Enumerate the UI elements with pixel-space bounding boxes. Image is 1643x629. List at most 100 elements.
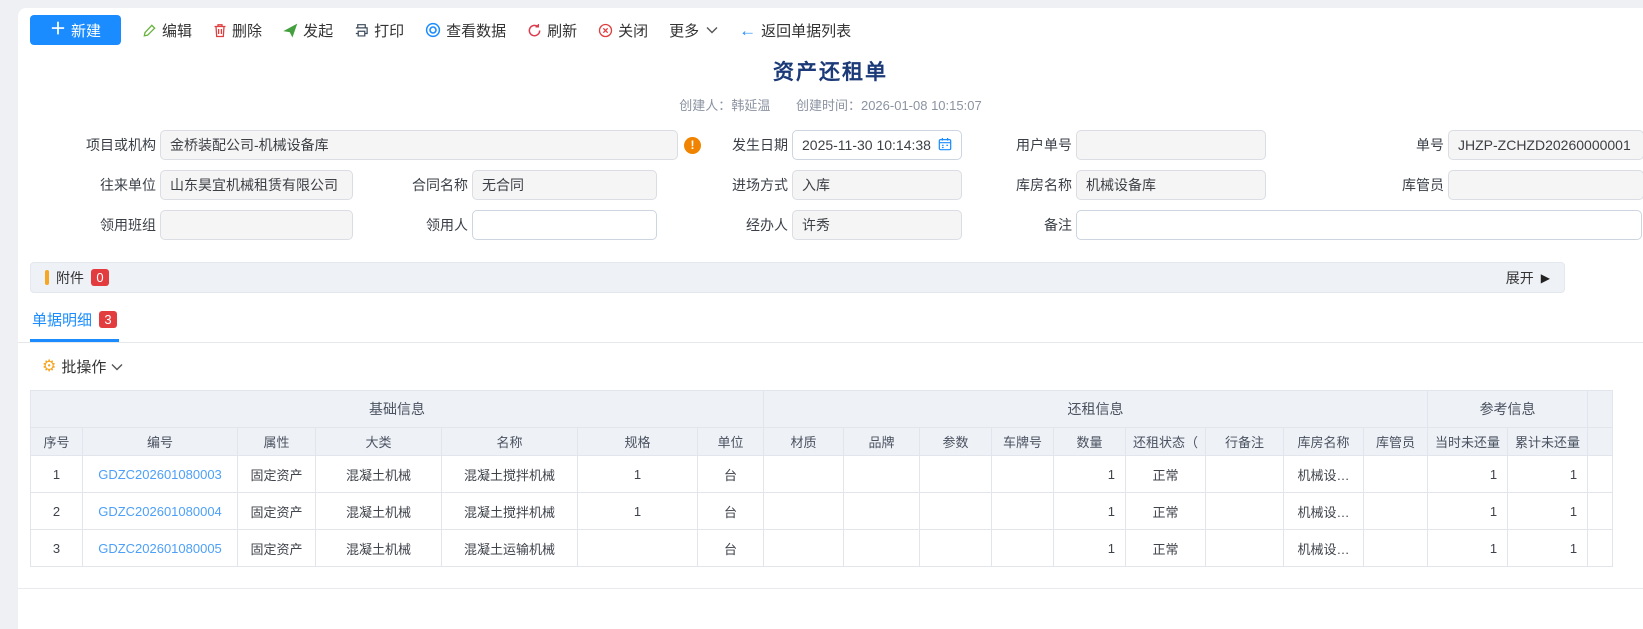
cell-row-remark [1206, 530, 1284, 567]
handler-label: 经办人 [657, 215, 788, 235]
bottom-divider [18, 588, 1643, 589]
cell-total-unreturned: 1 [1508, 456, 1588, 493]
tab-detail-count-badge: 3 [99, 311, 117, 328]
col-current-unreturned: 当时未还量 [1428, 428, 1508, 456]
new-button[interactable]: ＋新建 [30, 15, 121, 45]
calendar-icon[interactable] [938, 137, 952, 154]
project-label: 项目或机构 [46, 135, 156, 155]
tab-detail[interactable]: 单据明细 3 [30, 306, 119, 342]
cell-code-link[interactable]: GDZC202601080005 [83, 530, 238, 567]
cell-qty: 1 [1054, 530, 1126, 567]
group-spacer [1588, 391, 1613, 428]
use-team-input[interactable] [160, 210, 353, 240]
occur-date-input[interactable]: 2025-11-30 10:14:38 [792, 130, 962, 160]
cell-seq: 2 [31, 493, 83, 530]
info-icon[interactable]: ! [684, 137, 701, 154]
cell-spec: 1 [578, 456, 698, 493]
cell-attr: 固定资产 [238, 493, 316, 530]
creator-label: 创建人： [679, 98, 731, 113]
gear-icon: ⚙ [42, 359, 56, 375]
cell-seq: 1 [31, 456, 83, 493]
cell-status: 正常 [1126, 456, 1206, 493]
chevron-down-icon [111, 358, 123, 375]
cell-spacer [1588, 456, 1613, 493]
created-time-value: 2026-01-08 10:15:07 [861, 98, 982, 113]
remark-input[interactable] [1076, 210, 1642, 240]
tab-bar: 单据明细 3 [18, 306, 1643, 343]
cell-unit: 台 [698, 530, 764, 567]
print-button-label: 打印 [374, 20, 404, 41]
pencil-icon [142, 23, 157, 38]
contract-label: 合同名称 [353, 175, 468, 195]
col-row-remark: 行备注 [1206, 428, 1284, 456]
warehouse-input[interactable]: 机械设备库 [1076, 170, 1266, 200]
refresh-button[interactable]: 刷新 [527, 20, 577, 41]
creator-line: 创建人：韩延温 创建时间：2026-01-08 10:15:07 [18, 95, 1643, 114]
more-button[interactable]: 更多 [669, 20, 718, 41]
header-form: 项目或机构 金桥装配公司-机械设备库 ! 发生日期 2025-11-30 10:… [18, 130, 1643, 240]
cell-plate [992, 493, 1054, 530]
group-rent-info: 还租信息 [764, 391, 1428, 428]
printer-icon [354, 23, 369, 38]
delete-button[interactable]: 删除 [213, 20, 262, 41]
expand-button[interactable]: 展开 ▶ [1506, 268, 1550, 288]
entry-mode-value: 入库 [802, 175, 830, 195]
attachment-bar[interactable]: 附件 0 展开 ▶ [30, 262, 1565, 293]
entry-mode-input[interactable]: 入库 [792, 170, 962, 200]
cell-row-remark [1206, 456, 1284, 493]
page-title: 资产还租单 [18, 56, 1643, 86]
toolbar: ＋新建 编辑 删除 发起 打印 查看数据 刷新 关闭 [30, 14, 1643, 46]
handler-value: 许秀 [802, 215, 830, 235]
keeper-input[interactable] [1448, 170, 1643, 200]
counterparty-input[interactable]: 山东昊宜机械租赁有限公司 [160, 170, 353, 200]
print-button[interactable]: 打印 [354, 20, 404, 41]
cell-name: 混凝土搅拌机械 [442, 493, 578, 530]
table-row[interactable]: 2 GDZC202601080004 固定资产 混凝土机械 混凝土搅拌机械 1 … [31, 493, 1613, 530]
cell-current-unreturned: 1 [1428, 530, 1508, 567]
cell-code-link[interactable]: GDZC202601080004 [83, 493, 238, 530]
close-button[interactable]: 关闭 [598, 20, 648, 41]
col-keeper: 库管员 [1364, 428, 1428, 456]
attachment-count-badge: 0 [91, 269, 109, 286]
detail-table: 基础信息 还租信息 参考信息 序号 编号 属性 大类 名称 规格 单位 材质 品… [30, 390, 1643, 567]
counterparty-value: 山东昊宜机械租赁有限公司 [170, 175, 338, 195]
table-row[interactable]: 3 GDZC202601080005 固定资产 混凝土机械 混凝土运输机械 台 … [31, 530, 1613, 567]
trash-icon [213, 23, 227, 38]
project-input[interactable]: 金桥装配公司-机械设备库 [160, 130, 678, 160]
view-data-button[interactable]: 查看数据 [425, 20, 506, 41]
created-time-label: 创建时间： [796, 98, 861, 113]
cell-spacer [1588, 530, 1613, 567]
cell-brand [844, 530, 920, 567]
group-header-row: 基础信息 还租信息 参考信息 [31, 391, 1613, 428]
use-person-input[interactable] [472, 210, 657, 240]
doc-no-input[interactable]: JHZP-ZCHZD20260000001 [1448, 130, 1643, 160]
back-to-list-button[interactable]: ← 返回单据列表 [739, 20, 851, 41]
edit-button[interactable]: 编辑 [142, 20, 192, 41]
send-icon [283, 23, 298, 38]
warehouse-label: 库房名称 [962, 175, 1072, 195]
cell-total-unreturned: 1 [1508, 493, 1588, 530]
col-unit: 单位 [698, 428, 764, 456]
doc-no-value: JHZP-ZCHZD20260000001 [1458, 137, 1631, 153]
cell-unit: 台 [698, 493, 764, 530]
cell-attr: 固定资产 [238, 530, 316, 567]
use-person-label: 领用人 [353, 215, 468, 235]
cell-code-link[interactable]: GDZC202601080003 [83, 456, 238, 493]
col-attr: 属性 [238, 428, 316, 456]
cell-name: 混凝土搅拌机械 [442, 456, 578, 493]
col-brand: 品牌 [844, 428, 920, 456]
batch-ops-button[interactable]: ⚙ 批操作 [42, 356, 1643, 377]
contract-input[interactable]: 无合同 [472, 170, 657, 200]
cell-params [920, 456, 992, 493]
handler-input[interactable]: 许秀 [792, 210, 962, 240]
user-no-input[interactable] [1076, 130, 1266, 160]
initiate-button[interactable]: 发起 [283, 20, 333, 41]
col-total-unreturned: 累计未还量 [1508, 428, 1588, 456]
attachment-marker-icon [45, 270, 49, 285]
group-reference-info: 参考信息 [1428, 391, 1588, 428]
table-row[interactable]: 1 GDZC202601080003 固定资产 混凝土机械 混凝土搅拌机械 1 … [31, 456, 1613, 493]
cell-category: 混凝土机械 [316, 456, 442, 493]
col-plate: 车牌号 [992, 428, 1054, 456]
cell-current-unreturned: 1 [1428, 493, 1508, 530]
cell-warehouse: 机械设… [1284, 456, 1364, 493]
